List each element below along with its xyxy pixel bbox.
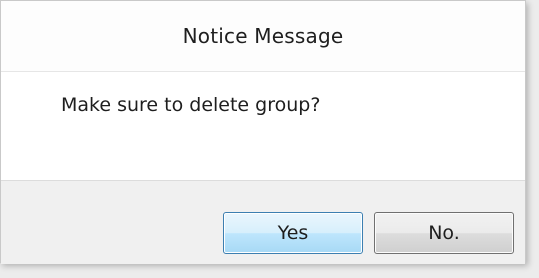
notice-dialog: Notice Message Make sure to delete group… — [0, 0, 526, 264]
no-button[interactable]: No. — [374, 212, 514, 254]
dialog-message: Make sure to delete group? — [61, 94, 321, 116]
dialog-title: Notice Message — [182, 24, 344, 48]
dialog-footer: Yes No. — [1, 181, 525, 264]
yes-button[interactable]: Yes — [223, 212, 363, 254]
dialog-content: Make sure to delete group? — [1, 71, 525, 181]
dialog-titlebar: Notice Message — [1, 1, 525, 71]
